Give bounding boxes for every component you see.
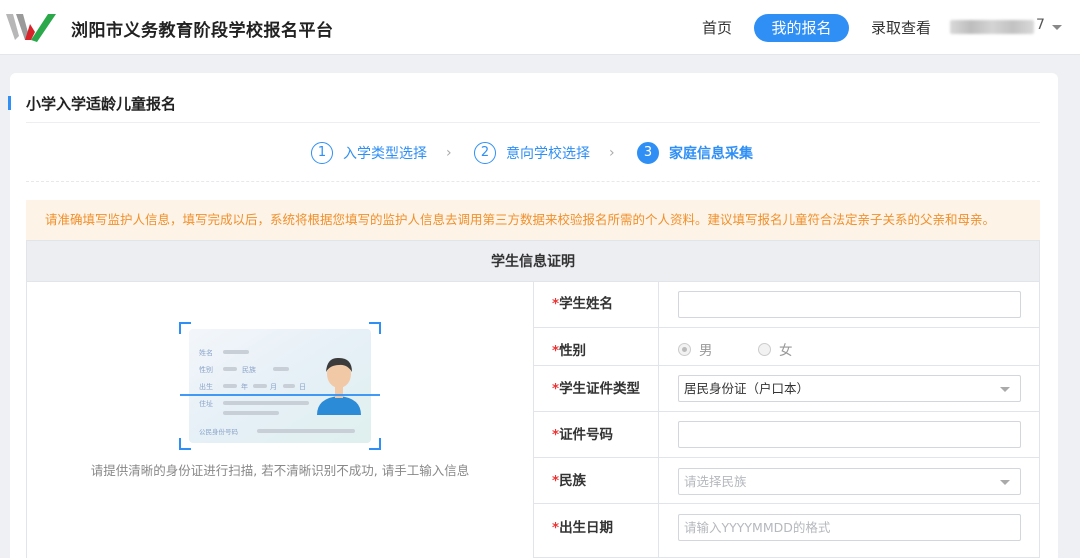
- required-mark: *: [552, 296, 560, 312]
- nav-home[interactable]: 首页: [702, 14, 732, 42]
- id-day-label: 日: [299, 383, 306, 391]
- section-title: 小学入学适龄儿童报名: [26, 95, 177, 113]
- user-name-suffix[interactable]: 7: [1036, 17, 1045, 33]
- required-mark: *: [552, 381, 560, 397]
- id-year-label: 年: [241, 382, 248, 391]
- chevron-right-icon: ›: [446, 145, 452, 161]
- form-row-birth-date: *出生日期 请输入YYYYMMDD的格式: [534, 504, 1040, 558]
- nav-admission-check[interactable]: 录取查看: [871, 14, 931, 42]
- birth-date-placeholder: 请输入YYYYMMDD的格式: [684, 520, 831, 535]
- gender-male-label: 男: [699, 343, 713, 359]
- user-name-blurred[interactable]: [950, 20, 1034, 34]
- form-row-id-number: *证件号码: [534, 412, 1040, 458]
- table-title: 学生信息证明: [26, 240, 1040, 282]
- step-label: 入学类型选择: [343, 146, 427, 162]
- form-row-id-type: *学生证件类型 居民身份证（户口本）: [534, 366, 1040, 412]
- student-name-input[interactable]: [678, 291, 1021, 318]
- id-type-label: 学生证件类型: [559, 381, 641, 397]
- id-card-scan-illustration[interactable]: 姓名 性别 民族 出生 年 月 日 住址 公民身份号码: [179, 322, 381, 450]
- divider: [26, 181, 1040, 182]
- chevron-down-icon[interactable]: [1000, 387, 1010, 392]
- gender-female-radio[interactable]: 女: [758, 339, 793, 359]
- scan-hint: 请提供清晰的身份证进行扫描, 若不清晰识别不成功, 请手工输入信息: [90, 463, 470, 478]
- step-number: 3: [637, 142, 659, 164]
- radio-dot-icon[interactable]: [758, 342, 771, 356]
- required-mark: *: [552, 343, 560, 359]
- step-label: 家庭信息采集: [669, 146, 753, 162]
- gender-male-radio[interactable]: 男: [678, 339, 713, 359]
- required-mark: *: [552, 520, 560, 536]
- guardian-notice: 请准确填写监护人信息，填写完成以后，系统将根据您填写的监护人信息去调用第三方数据…: [26, 200, 1040, 240]
- id-name-label: 姓名: [199, 348, 213, 357]
- nav-my-registration[interactable]: 我的报名: [754, 14, 849, 42]
- id-type-value: 居民身份证（户口本）: [684, 381, 810, 396]
- chevron-down-icon[interactable]: [1000, 480, 1010, 485]
- id-number-label: 公民身份号码: [199, 427, 239, 436]
- id-birth-label: 出生: [199, 382, 213, 391]
- required-mark: *: [552, 427, 560, 443]
- ethnicity-placeholder: 请选择民族: [684, 474, 747, 489]
- form-row-student-name: *学生姓名: [534, 282, 1040, 328]
- site-title: 浏阳市义务教育阶段学校报名平台: [71, 21, 334, 41]
- step-family-info: 3 家庭信息采集: [637, 141, 753, 165]
- top-header: 浏阳市义务教育阶段学校报名平台 首页 我的报名 录取查看 7: [0, 0, 1080, 55]
- required-mark: *: [552, 473, 560, 489]
- birth-date-label: 出生日期: [559, 520, 614, 536]
- ethnicity-select[interactable]: 请选择民族: [678, 468, 1021, 495]
- id-number-label: 证件号码: [559, 427, 614, 443]
- id-month-label: 月: [270, 383, 277, 391]
- id-number-input[interactable]: [678, 421, 1021, 448]
- step-label: 意向学校选择: [506, 146, 590, 162]
- section-accent-bar: [8, 96, 11, 110]
- step-school-selection: 2 意向学校选择: [474, 141, 590, 165]
- step-number: 2: [474, 142, 496, 164]
- id-gender-label: 性别: [199, 365, 213, 374]
- divider: [26, 122, 1040, 123]
- chevron-down-icon[interactable]: [1052, 25, 1062, 30]
- gender-female-label: 女: [779, 343, 793, 359]
- gender-label: 性别: [559, 343, 587, 359]
- id-ethnicity-label: 民族: [242, 365, 256, 374]
- form-row-ethnicity: *民族 请选择民族: [534, 458, 1040, 504]
- platform-logo: [6, 14, 56, 42]
- id-type-select[interactable]: 居民身份证（户口本）: [678, 375, 1021, 402]
- chevron-right-icon: ›: [609, 145, 615, 161]
- birth-date-input[interactable]: 请输入YYYYMMDD的格式: [678, 514, 1021, 541]
- id-address-label: 住址: [199, 399, 213, 408]
- radio-dot-icon[interactable]: [678, 342, 691, 356]
- form-row-gender: *性别 男 女: [534, 328, 1040, 366]
- ethnicity-label: 民族: [559, 473, 587, 489]
- step-enrollment-type: 1 入学类型选择: [311, 141, 427, 165]
- step-number: 1: [311, 142, 333, 164]
- student-name-label: 学生姓名: [559, 296, 614, 312]
